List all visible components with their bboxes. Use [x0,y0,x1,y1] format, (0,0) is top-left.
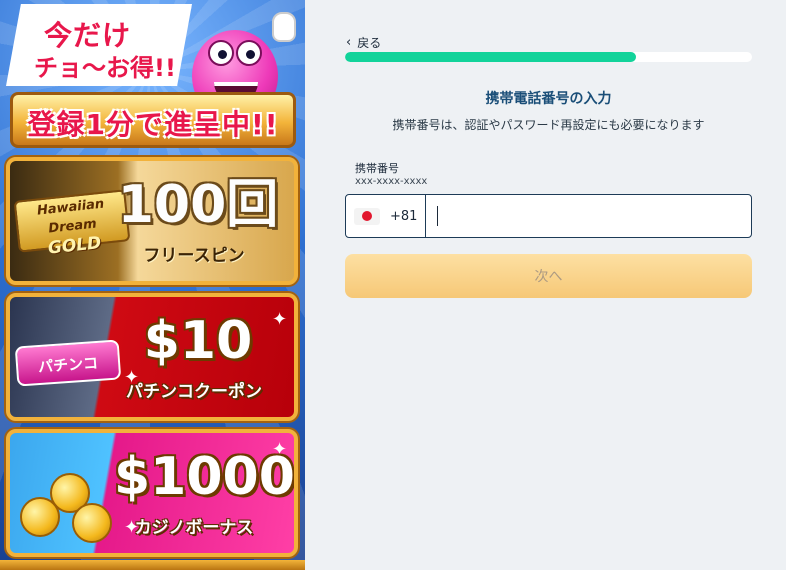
phone-number-input[interactable] [426,195,751,237]
coins-image [20,463,120,543]
registration-progress-bar [345,52,752,62]
bonus-card-freespins: Hawaiian Dream GOLD 100回 フリースピン [6,157,298,285]
bonus-card-label: パチンコクーポン [126,382,262,402]
mascot-hand [272,12,296,42]
bonus-card-label: フリースピン [143,246,245,266]
bonus-card-casino: ✦ ✦ $1000 カジノボーナス [6,429,298,557]
text-caret [437,206,438,226]
form-title: 携帯電話番号の入力 [485,91,612,107]
form-subtitle: 携帯番号は、認証やパスワード再設定にも必要になります [392,118,705,132]
back-link[interactable]: ‹ 戻る [346,34,381,51]
chevron-left-icon: ‹ [346,35,352,50]
bonus-card-amount: $1000 [114,447,295,507]
bonus-card-amount: 100回 [117,175,279,235]
bonus-card-label: カジノボーナス [134,518,254,538]
phone-field: +81 [345,194,752,238]
country-code-selector[interactable]: +81 [346,195,426,237]
japan-flag-icon [354,207,380,225]
next-button[interactable]: 次へ [345,254,752,298]
phone-field-hint: xxx-xxxx-xxxx [355,176,428,187]
bonus-card-amount: $10 [143,311,253,371]
promo-flag-line2: チョ〜お得!! [34,54,176,82]
progress-fill [345,52,637,62]
country-code: +81 [390,208,418,224]
back-label: 戻る [357,36,382,50]
promo-ribbon: 登録1分で進呈中!! [10,92,296,148]
mascot-left-eye [208,40,234,66]
phone-field-label: 携帯番号 [355,162,399,175]
mascot-right-eye [236,40,262,66]
promo-ribbon-text: 登録1分で進呈中!! [27,108,279,141]
promo-banner: 今だけ チョ〜お得!! 登録1分で進呈中!! Hawaiian Dream GO… [0,0,305,570]
promo-bottom-strip [0,560,305,570]
promo-flag: 今だけ チョ〜お得!! [6,4,192,86]
bonus-card-pachinko: パチンコ ✦ ✦ $10 パチンコクーポン [6,293,298,421]
